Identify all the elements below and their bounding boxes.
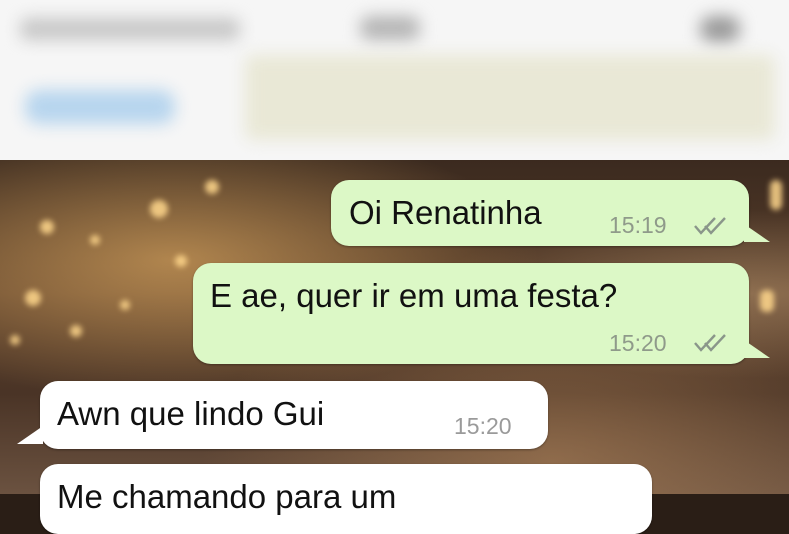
chat-header-blurred	[0, 0, 789, 160]
message-incoming[interactable]: Awn que lindo Gui 15:20	[40, 381, 548, 449]
message-incoming[interactable]: Me chamando para um	[40, 464, 652, 534]
message-text: E ae, quer ir em uma festa?	[210, 277, 618, 314]
bubble-tail	[17, 426, 43, 444]
status-bar-time	[360, 16, 420, 40]
double-check-icon	[694, 217, 726, 235]
message-time: 15:19	[609, 212, 667, 238]
message-time: 15:20	[454, 413, 512, 439]
message-text: Oi Renatinha	[349, 194, 542, 231]
message-text: Me chamando para um	[57, 478, 397, 515]
contact-title[interactable]	[245, 55, 775, 140]
message-text: Awn que lindo Gui	[57, 395, 325, 432]
message-outgoing[interactable]: Oi Renatinha 15:19	[331, 180, 749, 246]
back-button[interactable]	[25, 90, 175, 124]
status-bar-carrier	[20, 18, 240, 40]
bubble-tail	[744, 224, 770, 242]
message-outgoing[interactable]: E ae, quer ir em uma festa? 15:20	[193, 263, 749, 364]
message-time: 15:20	[609, 330, 667, 356]
double-check-icon	[694, 334, 726, 352]
bubble-tail	[744, 340, 770, 358]
battery-icon	[700, 16, 740, 42]
